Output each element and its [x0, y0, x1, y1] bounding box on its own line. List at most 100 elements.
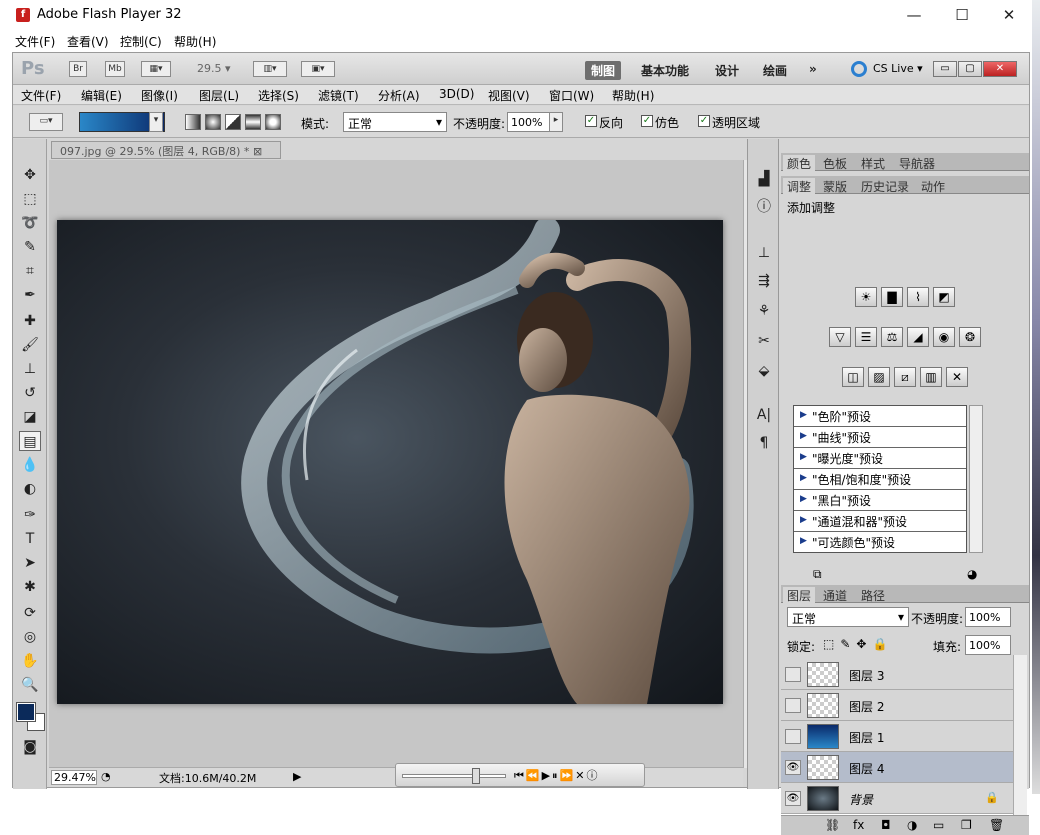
menu-analysis[interactable]: 分析(A): [378, 87, 420, 104]
tool-presets-panel-icon[interactable]: ⇶: [754, 271, 774, 291]
menu-select[interactable]: 选择(S): [258, 87, 299, 104]
path-selection-tool-icon[interactable]: ➤: [19, 553, 41, 573]
brush-tool-icon[interactable]: 🖌: [19, 335, 41, 355]
clone-stamp-tool-icon[interactable]: ⊥: [19, 359, 41, 379]
layer-style-icon[interactable]: fx: [853, 818, 864, 832]
arrange-documents-icon[interactable]: ▥▾: [253, 61, 287, 77]
layer-row[interactable]: 图层 2: [781, 690, 1013, 721]
opacity-slider-arrow-icon[interactable]: ▸: [549, 112, 563, 132]
channel-mixer-icon[interactable]: ❂: [959, 327, 981, 347]
3d-rotate-tool-icon[interactable]: ⟳: [19, 603, 41, 623]
color-balance-icon[interactable]: ⚖: [881, 327, 903, 347]
screen-mode-icon[interactable]: ▣▾: [301, 61, 335, 77]
cs-live-button[interactable]: CS Live ▾: [873, 62, 923, 75]
foreground-color-swatch[interactable]: [16, 702, 36, 722]
3d-panel-icon[interactable]: ⬙: [754, 361, 774, 381]
workspace-drawing[interactable]: 制图: [585, 61, 622, 80]
mini-bridge-button[interactable]: Mb: [105, 61, 125, 77]
histogram-panel-icon[interactable]: ▟: [754, 169, 774, 189]
visibility-toggle[interactable]: [785, 667, 801, 682]
ps-minimize-button[interactable]: ▭: [933, 61, 957, 77]
character-panel-icon[interactable]: A|: [754, 405, 774, 425]
tab-actions[interactable]: 动作: [917, 178, 949, 195]
maximize-button[interactable]: ☐: [948, 5, 976, 25]
gradient-tool-icon[interactable]: ▤: [19, 431, 41, 451]
tab-navigator[interactable]: 导航器: [895, 155, 939, 172]
brightness-contrast-icon[interactable]: ☀: [855, 287, 877, 307]
menu-layer[interactable]: 图层(L): [199, 87, 239, 104]
document-tab[interactable]: 097.jpg @ 29.5% (图层 4, RGB/8) * ⊠: [51, 141, 281, 159]
preset-curves[interactable]: ▶ "曲线"预设: [794, 427, 966, 448]
posterize-icon[interactable]: ▨: [868, 367, 890, 387]
bridge-button[interactable]: Br: [69, 61, 87, 77]
menu-file[interactable]: 文件(F): [21, 87, 61, 104]
pen-tool-icon[interactable]: ✑: [19, 505, 41, 525]
hand-tool-icon[interactable]: ✋: [19, 651, 41, 671]
levels-icon[interactable]: ▇: [881, 287, 903, 307]
threshold-icon[interactable]: ⧄: [894, 367, 916, 387]
hue-saturation-icon[interactable]: ☰: [855, 327, 877, 347]
playback-track[interactable]: [402, 774, 506, 778]
tab-adjustments[interactable]: 调整: [783, 178, 816, 195]
blur-tool-icon[interactable]: 💧: [19, 455, 41, 475]
ps-restore-button[interactable]: ▢: [958, 61, 982, 77]
marquee-tool-icon[interactable]: ⬚: [19, 189, 41, 209]
selective-color-icon[interactable]: ✕: [946, 367, 968, 387]
link-layers-icon[interactable]: ⛓: [825, 818, 840, 832]
black-white-icon[interactable]: ◢: [907, 327, 929, 347]
more-workspaces-icon[interactable]: »: [803, 61, 823, 77]
gradient-picker-arrow-icon[interactable]: ▾: [149, 112, 163, 132]
eye-icon[interactable]: 👁: [785, 760, 801, 775]
visibility-toggle[interactable]: [785, 698, 801, 713]
history-brush-tool-icon[interactable]: ↺: [19, 383, 41, 403]
menu-image[interactable]: 图像(I): [141, 87, 178, 104]
dither-checkbox[interactable]: ✓: [641, 115, 653, 127]
preset-selective-color[interactable]: ▶ "可选颜色"预设: [794, 532, 966, 553]
close-button[interactable]: ✕: [995, 5, 1023, 25]
workspace-design[interactable]: 设计: [709, 61, 745, 80]
tab-channels[interactable]: 通道: [819, 587, 851, 604]
tool-preset-picker[interactable]: ▭▾: [29, 113, 63, 131]
menu-view[interactable]: 视图(V): [488, 87, 530, 104]
new-layer-icon[interactable]: ❐: [961, 818, 972, 832]
photo-filter-icon[interactable]: ◉: [933, 327, 955, 347]
fill-input[interactable]: 100%: [965, 635, 1011, 655]
switch-adjustment-view-icon[interactable]: ⧉: [813, 567, 822, 582]
layer-opacity-input[interactable]: 100%: [965, 607, 1011, 627]
paragraph-panel-icon[interactable]: ¶: [754, 433, 774, 453]
quick-mask-icon[interactable]: ◙: [19, 737, 41, 757]
tab-paths[interactable]: 路径: [857, 587, 889, 604]
layer-row[interactable]: 图层 3: [781, 659, 1013, 690]
status-info-icon[interactable]: ◔: [101, 770, 111, 783]
lock-options-icons[interactable]: ⬚✎✥🔒: [823, 637, 893, 651]
clip-layer-icon[interactable]: ◕: [967, 567, 977, 581]
diamond-gradient-icon[interactable]: [265, 114, 281, 130]
layer-row[interactable]: 👁 背景 🔒: [781, 783, 1013, 814]
ps-close-button[interactable]: ✕: [983, 61, 1017, 77]
workspace-essentials[interactable]: 基本功能: [635, 61, 695, 80]
mode-select[interactable]: 正常 ▾: [343, 112, 447, 132]
clone-source-panel-icon[interactable]: ⊥: [754, 243, 774, 263]
preset-black-white[interactable]: ▶ "黑白"预设: [794, 490, 966, 511]
brush-presets-panel-icon[interactable]: ✂: [754, 331, 774, 351]
minimize-button[interactable]: —: [900, 5, 928, 25]
angle-gradient-icon[interactable]: [225, 114, 241, 130]
menu-window[interactable]: 窗口(W): [549, 87, 594, 104]
exposure-icon[interactable]: ◩: [933, 287, 955, 307]
shape-tool-icon[interactable]: ✱: [19, 577, 41, 597]
type-tool-icon[interactable]: T: [19, 529, 41, 549]
radial-gradient-icon[interactable]: [205, 114, 221, 130]
reflected-gradient-icon[interactable]: [245, 114, 261, 130]
tab-history[interactable]: 历史记录: [857, 178, 913, 195]
zoom-tool-icon[interactable]: 🔍: [19, 675, 41, 695]
menu-3d[interactable]: 3D(D): [439, 87, 474, 101]
curves-icon[interactable]: ⌇: [907, 287, 929, 307]
transparency-checkbox[interactable]: ✓: [698, 115, 710, 127]
preset-exposure[interactable]: ▶ "曝光度"预设: [794, 448, 966, 469]
menu-help[interactable]: 帮助(H): [612, 87, 654, 104]
preset-hue-saturation[interactable]: ▶ "色相/饱和度"预设: [794, 469, 966, 490]
tab-swatches[interactable]: 色板: [819, 155, 851, 172]
zoom-level-select[interactable]: 29.5 ▾: [197, 62, 231, 75]
eraser-tool-icon[interactable]: ◪: [19, 407, 41, 427]
fp-menu-file[interactable]: 文件(F): [15, 33, 55, 50]
